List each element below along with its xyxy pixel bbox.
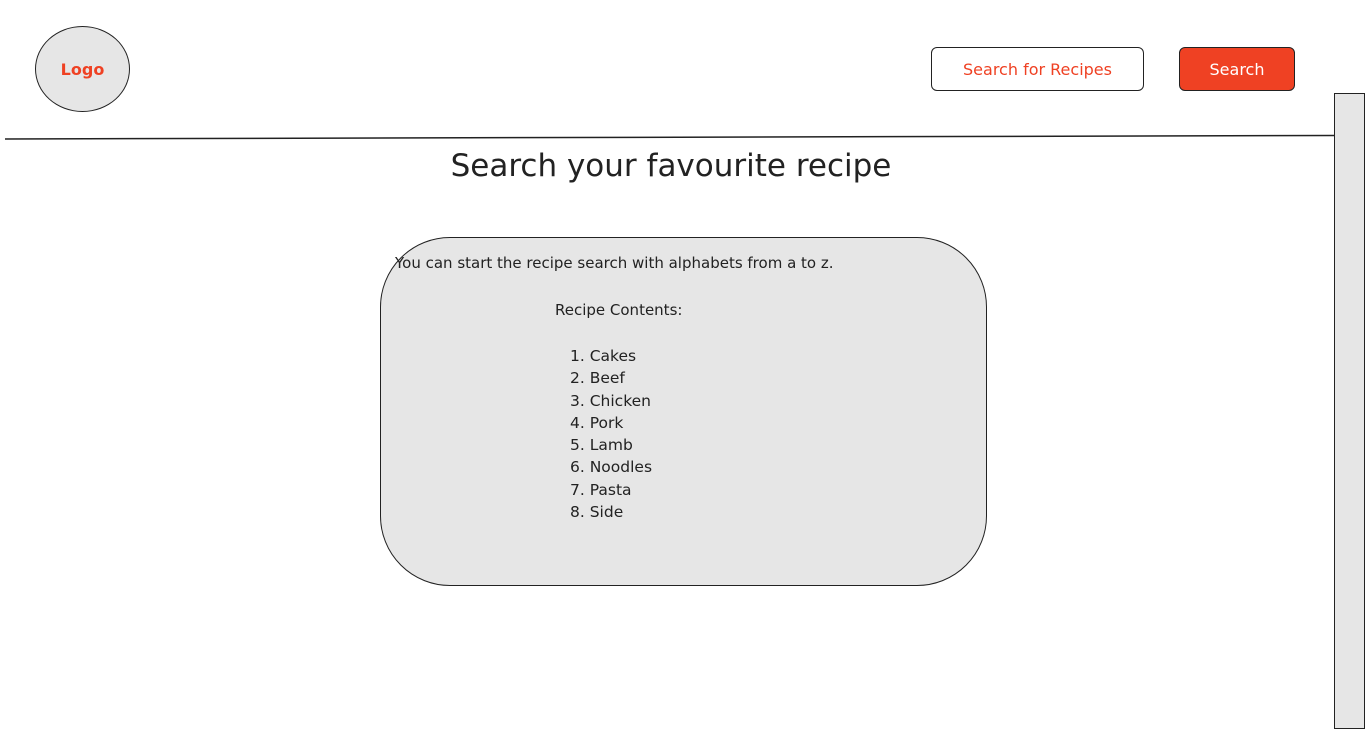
recipe-item-noodles[interactable]: 6. Noodles bbox=[570, 457, 652, 479]
recipe-item-side[interactable]: 8. Side bbox=[570, 502, 652, 524]
recipe-item-pasta[interactable]: 7. Pasta bbox=[570, 480, 652, 502]
recipe-contents-heading: Recipe Contents: bbox=[555, 301, 683, 319]
recipe-item-cakes[interactable]: 1. Cakes bbox=[570, 346, 652, 368]
page: Logo Search Search your favourite recipe… bbox=[0, 0, 1367, 731]
logo[interactable]: Logo bbox=[35, 26, 130, 112]
recipe-item-pork[interactable]: 4. Pork bbox=[570, 413, 652, 435]
search-button[interactable]: Search bbox=[1179, 47, 1295, 91]
recipe-info-card bbox=[380, 237, 987, 586]
recipe-item-lamb[interactable]: 5. Lamb bbox=[570, 435, 652, 457]
recipe-item-beef[interactable]: 2. Beef bbox=[570, 368, 652, 390]
page-title: Search your favourite recipe bbox=[450, 148, 892, 184]
recipe-list: 1. Cakes 2. Beef 3. Chicken 4. Pork 5. L… bbox=[570, 346, 652, 524]
header-divider bbox=[4, 134, 1335, 140]
recipe-item-chicken[interactable]: 3. Chicken bbox=[570, 391, 652, 413]
search-input[interactable] bbox=[931, 47, 1144, 91]
scrollbar[interactable] bbox=[1334, 93, 1365, 729]
intro-text: You can start the recipe search with alp… bbox=[395, 254, 834, 272]
